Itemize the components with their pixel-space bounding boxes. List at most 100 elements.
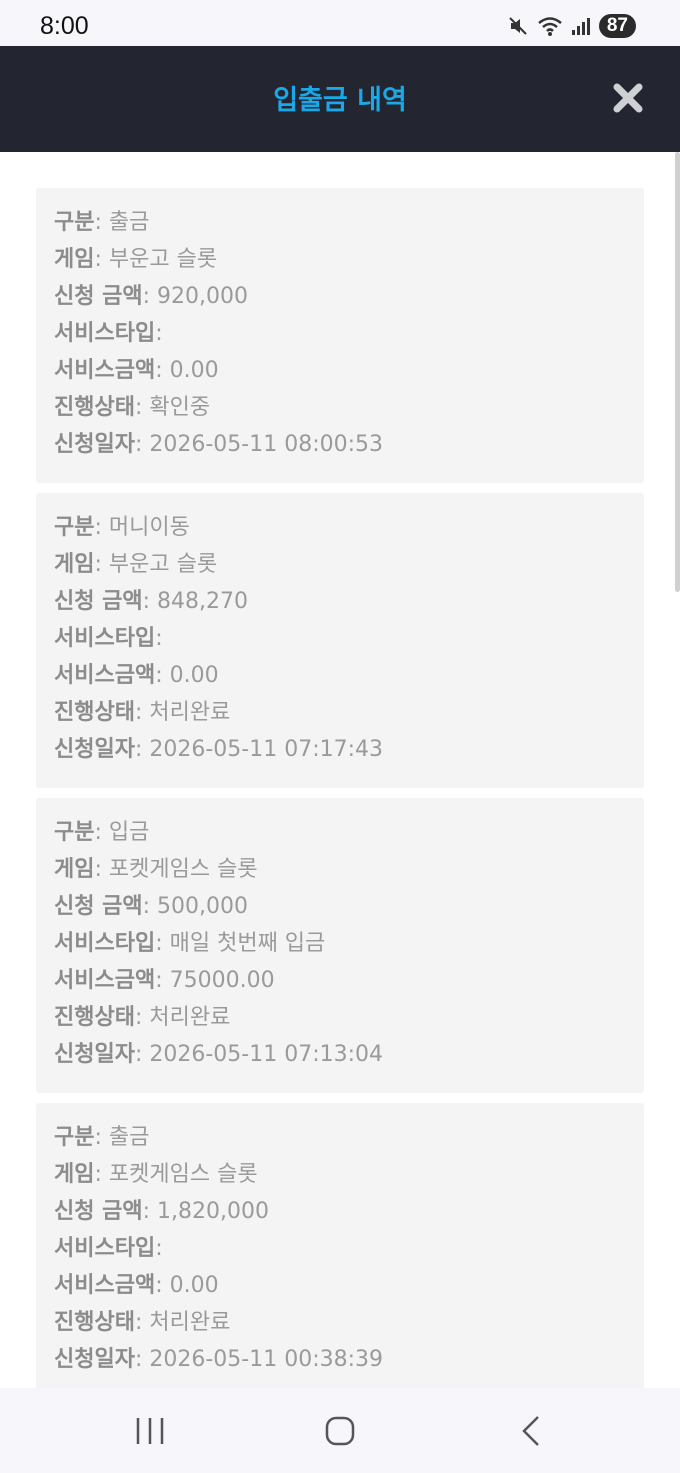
service-amount-label: 서비스금액	[54, 358, 156, 383]
service-amount-row: 서비스금액: 75000.00	[54, 968, 275, 993]
service-amount-value: 75000.00	[169, 968, 275, 993]
signal-icon	[571, 18, 590, 35]
home-button[interactable]	[310, 1406, 370, 1456]
mute-icon	[509, 17, 527, 35]
service-amount-row: 서비스금액: 0.00	[54, 663, 219, 688]
game-row: 게임: 포켓게임스 슬롯	[54, 1162, 258, 1187]
service-type-row: 서비스타입:	[54, 1236, 163, 1261]
service-type-label: 서비스타입	[54, 626, 156, 651]
game-row: 게임: 부운고 슬롯	[54, 552, 218, 577]
service-amount-label: 서비스금액	[54, 1273, 156, 1298]
status-icons: 87	[507, 14, 636, 38]
state-label: 진행상태	[54, 395, 135, 420]
amount-value: 848,270	[157, 589, 249, 614]
type-row: 구분: 입금	[54, 820, 150, 845]
state-row: 진행상태: 확인중	[54, 395, 211, 420]
back-icon	[522, 1416, 539, 1446]
service-amount-label: 서비스금액	[54, 968, 156, 993]
type-row: 구분: 출금	[54, 1125, 150, 1150]
game-label: 게임	[54, 857, 95, 882]
state-row: 진행상태: 처리완료	[54, 1005, 231, 1030]
transaction-card: 구분: 출금 게임: 포켓게임스 슬롯 신청 금액: 1,820,000 서비스…	[36, 1103, 644, 1388]
amount-label: 신청 금액	[54, 894, 143, 919]
battery-level: 87	[598, 14, 636, 38]
amount-value: 500,000	[157, 894, 249, 919]
service-amount-value: 0.00	[169, 663, 219, 688]
service-type-label: 서비스타입	[54, 1236, 156, 1261]
close-button[interactable]	[612, 82, 644, 114]
service-type-row: 서비스타입: 매일 첫번째 입금	[54, 931, 326, 956]
amount-label: 신청 금액	[54, 284, 143, 309]
service-amount-label: 서비스금액	[54, 663, 156, 688]
scrollbar[interactable]	[675, 152, 680, 592]
back-button[interactable]	[500, 1406, 560, 1456]
date-label: 신청일자	[54, 737, 135, 762]
type-label: 구분	[54, 515, 95, 540]
status-time: 8:00	[40, 12, 89, 40]
navigation-bar	[0, 1388, 680, 1473]
modal-header: 입출금 내역	[0, 46, 680, 152]
type-label: 구분	[54, 210, 95, 235]
status-bar: 8:00 87	[0, 0, 680, 46]
page-title: 입출금 내역	[273, 85, 407, 116]
date-value: 2026-05-11 08:00:53	[149, 432, 384, 457]
game-value: 부운고 슬롯	[108, 552, 218, 577]
state-label: 진행상태	[54, 700, 135, 725]
game-label: 게임	[54, 1162, 95, 1187]
game-row: 게임: 부운고 슬롯	[54, 247, 218, 272]
game-label: 게임	[54, 247, 95, 272]
type-row: 구분: 머니이동	[54, 515, 190, 540]
amount-row: 신청 금액: 848,270	[54, 589, 249, 614]
date-label: 신청일자	[54, 1347, 135, 1372]
amount-row: 신청 금액: 1,820,000	[54, 1199, 269, 1224]
game-value: 포켓게임스 슬롯	[108, 857, 258, 882]
date-value: 2026-05-11 07:17:43	[149, 737, 384, 762]
service-type-row: 서비스타입:	[54, 626, 163, 651]
recents-icon	[136, 1418, 164, 1444]
amount-value: 1,820,000	[157, 1199, 269, 1224]
transaction-card: 구분: 입금 게임: 포켓게임스 슬롯 신청 금액: 500,000 서비스타입…	[36, 798, 644, 1093]
home-icon	[325, 1416, 355, 1446]
date-value: 2026-05-11 00:38:39	[149, 1347, 384, 1372]
amount-label: 신청 금액	[54, 1199, 143, 1224]
type-value: 입금	[108, 820, 150, 845]
date-row: 신청일자: 2026-05-11 08:00:53	[54, 432, 384, 457]
state-row: 진행상태: 처리완료	[54, 700, 231, 725]
type-label: 구분	[54, 1125, 95, 1150]
state-value: 처리완료	[149, 1005, 231, 1030]
date-row: 신청일자: 2026-05-11 00:38:39	[54, 1347, 384, 1372]
date-row: 신청일자: 2026-05-11 07:13:04	[54, 1042, 384, 1067]
type-value: 출금	[108, 1125, 150, 1150]
service-amount-row: 서비스금액: 0.00	[54, 358, 219, 383]
transaction-card: 구분: 출금 게임: 부운고 슬롯 신청 금액: 920,000 서비스타입: …	[36, 188, 644, 483]
transaction-list[interactable]: 구분: 출금 게임: 부운고 슬롯 신청 금액: 920,000 서비스타입: …	[0, 152, 680, 1388]
close-icon	[613, 83, 643, 113]
date-label: 신청일자	[54, 1042, 135, 1067]
date-label: 신청일자	[54, 432, 135, 457]
state-value: 처리완료	[149, 700, 231, 725]
service-amount-row: 서비스금액: 0.00	[54, 1273, 219, 1298]
service-amount-value: 0.00	[169, 1273, 219, 1298]
amount-label: 신청 금액	[54, 589, 143, 614]
state-value: 처리완료	[149, 1310, 231, 1335]
type-row: 구분: 출금	[54, 210, 150, 235]
recents-button[interactable]	[120, 1406, 180, 1456]
transaction-card: 구분: 머니이동 게임: 부운고 슬롯 신청 금액: 848,270 서비스타입…	[36, 493, 644, 788]
game-row: 게임: 포켓게임스 슬롯	[54, 857, 258, 882]
game-value: 포켓게임스 슬롯	[108, 1162, 258, 1187]
type-label: 구분	[54, 820, 95, 845]
state-row: 진행상태: 처리완료	[54, 1310, 231, 1335]
service-amount-value: 0.00	[169, 358, 219, 383]
service-type-label: 서비스타입	[54, 931, 156, 956]
amount-row: 신청 금액: 500,000	[54, 894, 249, 919]
wifi-icon	[538, 17, 562, 36]
game-value: 부운고 슬롯	[108, 247, 218, 272]
game-label: 게임	[54, 552, 95, 577]
state-label: 진행상태	[54, 1005, 135, 1030]
amount-value: 920,000	[157, 284, 249, 309]
service-type-value: 매일 첫번째 입금	[169, 931, 326, 956]
service-type-row: 서비스타입:	[54, 321, 163, 346]
date-row: 신청일자: 2026-05-11 07:17:43	[54, 737, 384, 762]
type-value: 머니이동	[108, 515, 190, 540]
state-label: 진행상태	[54, 1310, 135, 1335]
